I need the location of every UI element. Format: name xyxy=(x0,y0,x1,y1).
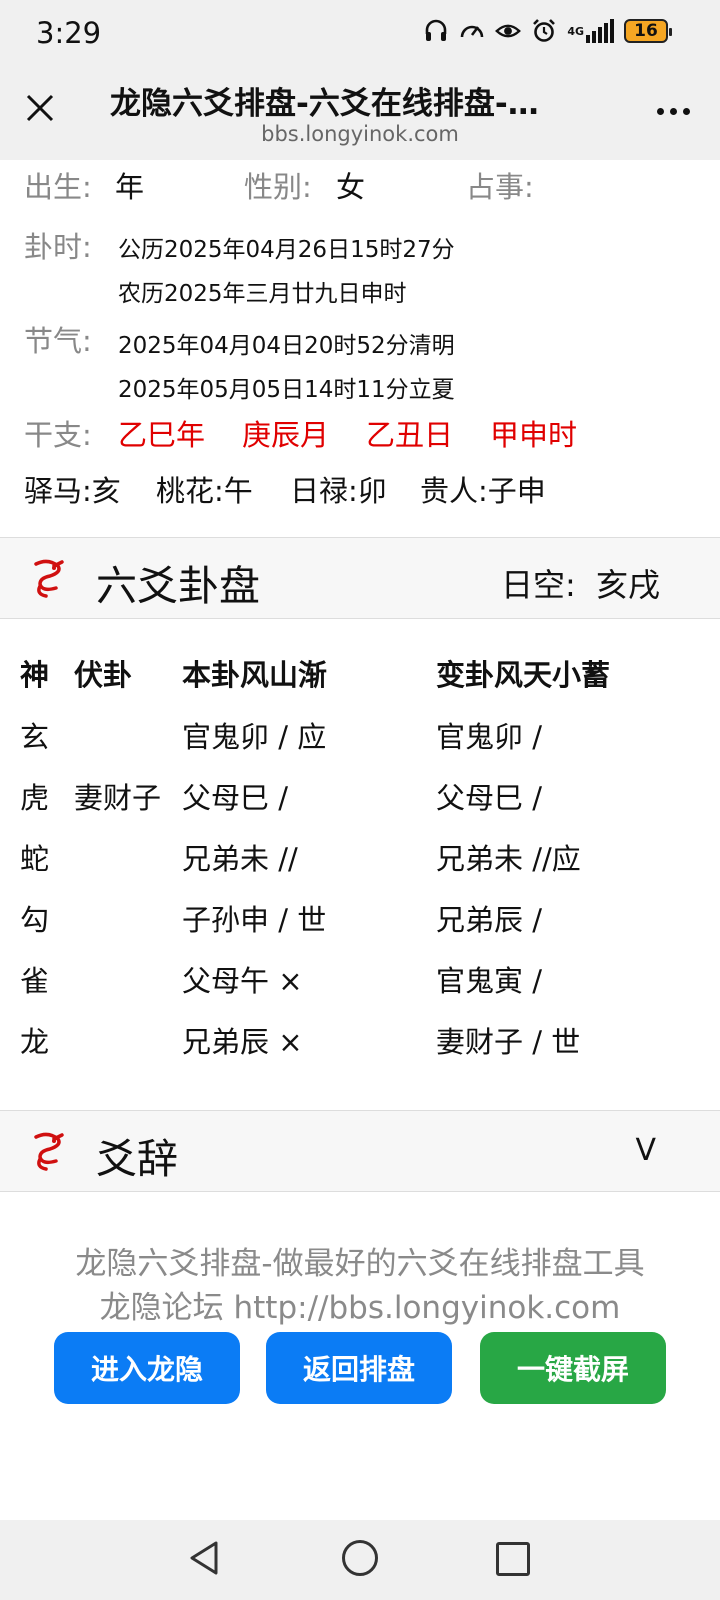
speed-icon xyxy=(459,18,485,44)
header-fu: 伏卦 xyxy=(74,658,133,692)
solar-term-row: 节气: xyxy=(24,318,92,360)
day-kong-label: 日空: xyxy=(501,566,576,604)
status-icons: 4G 16 xyxy=(423,18,672,44)
solar-term-2: 2025年05月05日14时11分立夏 xyxy=(118,377,455,403)
shensha-rilu: 日禄:卯 xyxy=(290,474,387,508)
network-label: 4G xyxy=(567,25,584,38)
alarm-icon xyxy=(531,18,557,44)
table-row: 勾 子孙申 / 世 兄弟辰 / xyxy=(0,897,720,957)
day-kong-value: 亥戌 xyxy=(595,566,660,604)
row-ben: 兄弟辰 × xyxy=(182,1025,303,1059)
shensha-guiren: 贵人:子申 xyxy=(420,474,546,508)
signal-icon: 4G xyxy=(567,19,614,43)
header-ben: 本卦风山渐 xyxy=(182,658,328,692)
ganzhi-row: 干支: 乙巳年 庚辰月 乙丑日 甲申时 xyxy=(24,412,577,454)
row-shen: 勾 xyxy=(20,903,50,937)
row-ben: 子孙申 / 世 xyxy=(182,903,327,937)
ganzhi-day: 乙丑日 xyxy=(366,418,454,452)
row-fu: 妻财子 xyxy=(74,781,162,815)
status-time: 3:29 xyxy=(36,16,102,50)
header-shen: 神 xyxy=(20,658,50,692)
row-bian: 官鬼寅 / xyxy=(436,964,542,998)
table-row: 玄 官鬼卯 / 应 官鬼卯 / xyxy=(0,714,720,774)
back-icon[interactable] xyxy=(188,1540,220,1580)
chevron-down-icon[interactable]: V xyxy=(635,1133,656,1168)
row-bian: 官鬼卯 / xyxy=(436,720,542,754)
row-ben: 兄弟未 // xyxy=(182,842,298,876)
back-to-chart-button[interactable]: 返回排盘 xyxy=(266,1332,452,1404)
table-row: 龙 兄弟辰 × 妻财子 / 世 xyxy=(0,1019,720,1079)
birth-value: 年 xyxy=(115,170,145,204)
gua-time-label: 卦时: xyxy=(24,230,92,264)
solar-term-label: 节气: xyxy=(24,324,92,358)
footer-slogan: 龙隐六爻排盘-做最好的六爻在线排盘工具 xyxy=(75,1246,645,1282)
row-ben: 官鬼卯 / 应 xyxy=(182,720,327,754)
dragon-logo-icon xyxy=(26,1129,70,1173)
page-url: bbs.longyinok.com xyxy=(261,122,459,146)
liuyao-section-title: 六爻卦盘 xyxy=(96,562,260,610)
shensha-row: 驿马:亥 桃花:午 日禄:卯 贵人:子申 xyxy=(24,468,546,510)
birth-gender-row: 出生: 年 性别: 女 占事: xyxy=(24,164,534,206)
row-bian: 兄弟辰 / xyxy=(436,903,542,937)
table-row: 虎 妻财子 父母巳 / 父母巳 / xyxy=(0,775,720,835)
liuyao-section-header: 六爻卦盘 日空: 亥戌 xyxy=(0,537,720,619)
row-bian: 兄弟未 //应 xyxy=(436,842,581,876)
home-icon[interactable] xyxy=(342,1540,378,1576)
system-nav-bar xyxy=(0,1520,720,1600)
status-bar: 3:29 4G 16 xyxy=(0,0,720,68)
recent-apps-icon[interactable] xyxy=(496,1542,530,1576)
day-kong: 日空: 亥戌 xyxy=(501,560,660,606)
gua-time-lunar: 农历2025年三月廿九日申时 xyxy=(118,281,407,307)
shensha-taohua: 桃花:午 xyxy=(156,474,253,508)
shensha-yima: 驿马:亥 xyxy=(24,474,121,508)
table-header-row: 神 伏卦 本卦风山渐 变卦风天小蓄 xyxy=(0,652,720,712)
row-bian: 父母巳 / xyxy=(436,781,542,815)
gender-label: 性别: xyxy=(244,170,312,204)
footer-forum-link: 龙隐论坛 http://bbs.longyinok.com xyxy=(99,1290,621,1326)
dragon-logo-icon xyxy=(26,556,70,600)
table-row: 雀 父母午 × 官鬼寅 / xyxy=(0,958,720,1018)
row-ben: 父母午 × xyxy=(182,964,303,998)
ganzhi-year: 乙巳年 xyxy=(118,418,206,452)
birth-label: 出生: xyxy=(24,170,92,204)
screenshot-button[interactable]: 一键截屏 xyxy=(480,1332,666,1404)
row-ben: 父母巳 / xyxy=(182,781,288,815)
more-options-icon[interactable] xyxy=(657,108,690,115)
solar-term-1: 2025年04月04日20时52分清明 xyxy=(118,333,455,359)
row-shen: 蛇 xyxy=(20,842,50,876)
ganzhi-month: 庚辰月 xyxy=(242,418,330,452)
row-bian: 妻财子 / 世 xyxy=(436,1025,581,1059)
row-shen: 玄 xyxy=(20,720,50,754)
gua-time-row: 卦时: xyxy=(24,224,92,266)
yaoci-section-header[interactable]: 爻辞 V xyxy=(0,1110,720,1192)
close-icon[interactable] xyxy=(22,90,58,126)
page-title: 龙隐六爻排盘-六爻在线排盘-… xyxy=(110,86,539,122)
row-shen: 雀 xyxy=(20,964,50,998)
gua-time-solar: 公历2025年04月26日15时27分 xyxy=(118,237,455,263)
yaoci-section-title: 爻辞 xyxy=(96,1135,178,1183)
row-shen: 龙 xyxy=(20,1025,50,1059)
eye-icon xyxy=(495,18,522,44)
headphones-icon xyxy=(423,18,449,44)
header-bian: 变卦风天小蓄 xyxy=(436,658,611,692)
battery-indicator: 16 xyxy=(624,19,672,43)
browser-title-bar: 龙隐六爻排盘-六爻在线排盘-… bbs.longyinok.com xyxy=(0,68,720,160)
row-shen: 虎 xyxy=(20,781,50,815)
enter-longyin-button[interactable]: 进入龙隐 xyxy=(54,1332,240,1404)
matter-label: 占事: xyxy=(466,170,534,204)
gender-value: 女 xyxy=(336,170,366,204)
ganzhi-label: 干支: xyxy=(24,418,92,452)
table-row: 蛇 兄弟未 // 兄弟未 //应 xyxy=(0,836,720,896)
ganzhi-hour: 甲申时 xyxy=(490,418,578,452)
